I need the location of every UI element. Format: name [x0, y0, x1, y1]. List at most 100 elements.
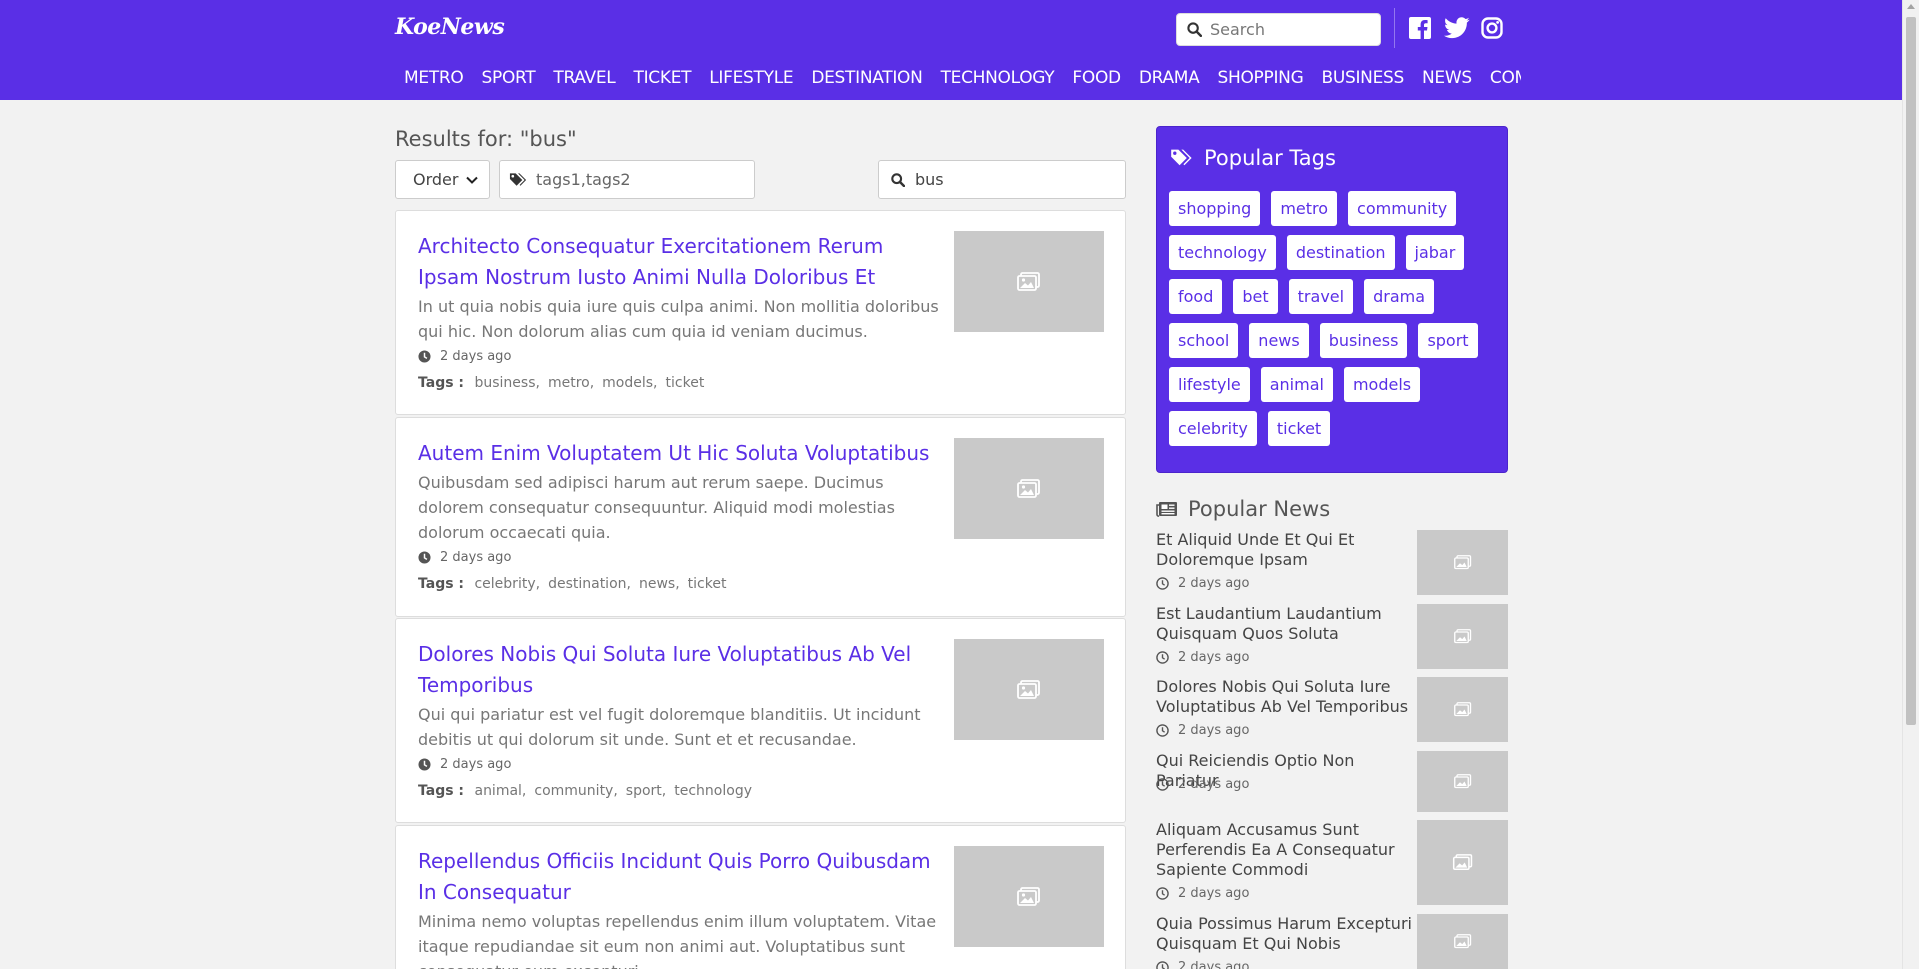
popular-news-time: 2 days ago — [1156, 777, 1249, 792]
popular-tag[interactable]: shopping — [1169, 191, 1261, 226]
clock-icon — [418, 350, 431, 363]
search-icon — [891, 172, 905, 187]
result-tag[interactable]: community, — [534, 783, 617, 799]
nav-item[interactable]: NEWS — [1413, 62, 1481, 94]
nav-item[interactable]: LIFESTYLE — [700, 62, 802, 94]
popular-news-time-text: 2 days ago — [1178, 960, 1250, 969]
tags-icon — [1171, 149, 1192, 166]
header-search[interactable] — [1176, 13, 1381, 46]
result-time-text: 2 days ago — [440, 757, 512, 772]
popular-tag[interactable]: metro — [1271, 191, 1338, 226]
clock-icon — [418, 758, 431, 771]
nav-item[interactable]: SPORT — [473, 62, 545, 94]
popular-news-time: 2 days ago — [1156, 650, 1249, 665]
popular-tag[interactable]: community — [1348, 191, 1457, 226]
popular-tag[interactable]: sport — [1418, 323, 1478, 358]
result-title[interactable]: Architecto Consequatur Exercitationem Re… — [418, 231, 938, 293]
image-placeholder-icon — [1453, 702, 1471, 717]
popular-news-thumbnail[interactable] — [1417, 820, 1508, 905]
result-thumbnail[interactable] — [954, 231, 1104, 332]
popular-tag[interactable]: celebrity — [1169, 411, 1257, 446]
popular-news-thumbnail[interactable] — [1417, 914, 1508, 969]
popular-tag[interactable]: news — [1249, 323, 1309, 358]
nav-item[interactable]: SHOPPING — [1208, 62, 1312, 94]
result-tags: Tags : celebrity, destination, news, ticket — [418, 576, 734, 592]
scroll-up-arrow[interactable] — [1907, 4, 1915, 9]
order-select[interactable]: Order — [395, 160, 490, 199]
result-title[interactable]: Dolores Nobis Qui Soluta Iure Voluptatib… — [418, 639, 938, 701]
popular-tag[interactable]: technology — [1169, 235, 1276, 270]
nav-item[interactable]: FOOD — [1063, 62, 1129, 94]
popular-news-title-link[interactable]: Quia Possimus Harum Excepturi Quisquam E… — [1156, 914, 1414, 954]
nav-item[interactable]: TICKET — [624, 62, 700, 94]
popular-tag[interactable]: food — [1169, 279, 1223, 314]
popular-tag[interactable]: animal — [1260, 367, 1333, 402]
clock-icon — [1156, 651, 1169, 664]
popular-tags-heading: Popular Tags — [1170, 146, 1336, 170]
nav-item[interactable]: DESTINATION — [802, 62, 931, 94]
result-tag[interactable]: metro, — [548, 375, 594, 391]
result-thumbnail[interactable] — [954, 639, 1104, 740]
result-tag[interactable]: ticket — [666, 375, 705, 391]
popular-news-time-text: 2 days ago — [1178, 576, 1250, 591]
nav-item[interactable]: BUSINESS — [1312, 62, 1413, 94]
image-placeholder-icon — [1017, 478, 1040, 498]
popular-news-title-link[interactable]: Est Laudantium Laudantium Quisquam Quos … — [1156, 604, 1414, 644]
instagram-icon[interactable] — [1481, 17, 1503, 39]
result-title[interactable]: Autem Enim Voluptatem Ut Hic Soluta Volu… — [418, 438, 938, 469]
result-title[interactable]: Repellendus Officiis Incidunt Quis Porro… — [418, 846, 938, 908]
tags-filter-input[interactable]: tags1,tags2 — [499, 160, 755, 199]
popular-tag[interactable]: school — [1169, 323, 1239, 358]
chevron-down-icon — [466, 176, 479, 184]
result-time-text: 2 days ago — [440, 550, 512, 565]
tags-label: Tags : — [418, 375, 465, 391]
popular-tag[interactable]: ticket — [1267, 411, 1331, 446]
popular-news-thumbnail[interactable] — [1417, 751, 1508, 812]
nav-item[interactable]: DRAMA — [1130, 62, 1209, 94]
nav-item[interactable]: TECHNOLOGY — [932, 62, 1064, 94]
popular-news-title-link[interactable]: Dolores Nobis Qui Soluta Iure Voluptatib… — [1156, 677, 1414, 717]
page-scrollbar[interactable] — [1902, 0, 1919, 969]
popular-tag[interactable]: business — [1319, 323, 1408, 358]
result-tag[interactable]: technology — [674, 783, 752, 799]
nav-item[interactable]: TRAVEL — [544, 62, 624, 94]
nav-item[interactable]: COMMUNITY — [1481, 62, 1521, 94]
popular-tag[interactable]: bet — [1233, 279, 1278, 314]
popular-news-time-text: 2 days ago — [1178, 777, 1250, 792]
result-tag[interactable]: models, — [602, 375, 657, 391]
result-tag[interactable]: business, — [474, 375, 539, 391]
popular-news-title-link[interactable]: Aliquam Accusamus Sunt Perferendis Ea A … — [1156, 820, 1414, 880]
popular-tag[interactable]: models — [1343, 367, 1421, 402]
scrollbar-thumb[interactable] — [1906, 17, 1916, 725]
popular-tag[interactable]: destination — [1286, 235, 1395, 270]
popular-news-thumbnail[interactable] — [1417, 604, 1508, 669]
tags-label: Tags : — [418, 783, 465, 799]
result-card: Architecto Consequatur Exercitationem Re… — [395, 210, 1126, 415]
header-search-input[interactable] — [1210, 20, 1370, 39]
result-excerpt: Qui qui pariatur est vel fugit doloremqu… — [418, 705, 921, 749]
popular-news-title-link[interactable]: Et Aliquid Unde Et Qui Et Doloremque Ips… — [1156, 530, 1414, 570]
result-tag[interactable]: ticket — [688, 576, 727, 592]
site-logo[interactable]: KoeNews — [395, 14, 505, 40]
popular-news-thumbnail[interactable] — [1417, 677, 1508, 742]
result-tag[interactable]: sport, — [626, 783, 666, 799]
popular-tag[interactable]: travel — [1288, 279, 1354, 314]
nav-item[interactable]: METRO — [395, 62, 473, 94]
twitter-icon[interactable] — [1444, 17, 1470, 39]
facebook-icon[interactable] — [1409, 17, 1431, 39]
result-tag[interactable]: animal, — [474, 783, 526, 799]
popular-tag[interactable]: lifestyle — [1169, 367, 1250, 402]
popular-tag[interactable]: drama — [1364, 279, 1435, 314]
result-tag[interactable]: celebrity, — [474, 576, 540, 592]
result-thumbnail[interactable] — [954, 846, 1104, 947]
result-time-text: 2 days ago — [440, 349, 512, 364]
result-tag[interactable]: destination, — [548, 576, 631, 592]
query-input[interactable]: bus — [878, 160, 1126, 199]
popular-tag[interactable]: jabar — [1405, 235, 1465, 270]
category-nav: METRO SPORT TRAVEL TICKET LIFESTYLE DESTINATI… — [395, 62, 1521, 97]
result-tag[interactable]: news, — [639, 576, 680, 592]
clock-icon — [1156, 887, 1169, 900]
result-thumbnail[interactable] — [954, 438, 1104, 539]
popular-news-item: Dolores Nobis Qui Soluta Iure Voluptatib… — [1156, 677, 1508, 745]
popular-news-thumbnail[interactable] — [1417, 530, 1508, 595]
